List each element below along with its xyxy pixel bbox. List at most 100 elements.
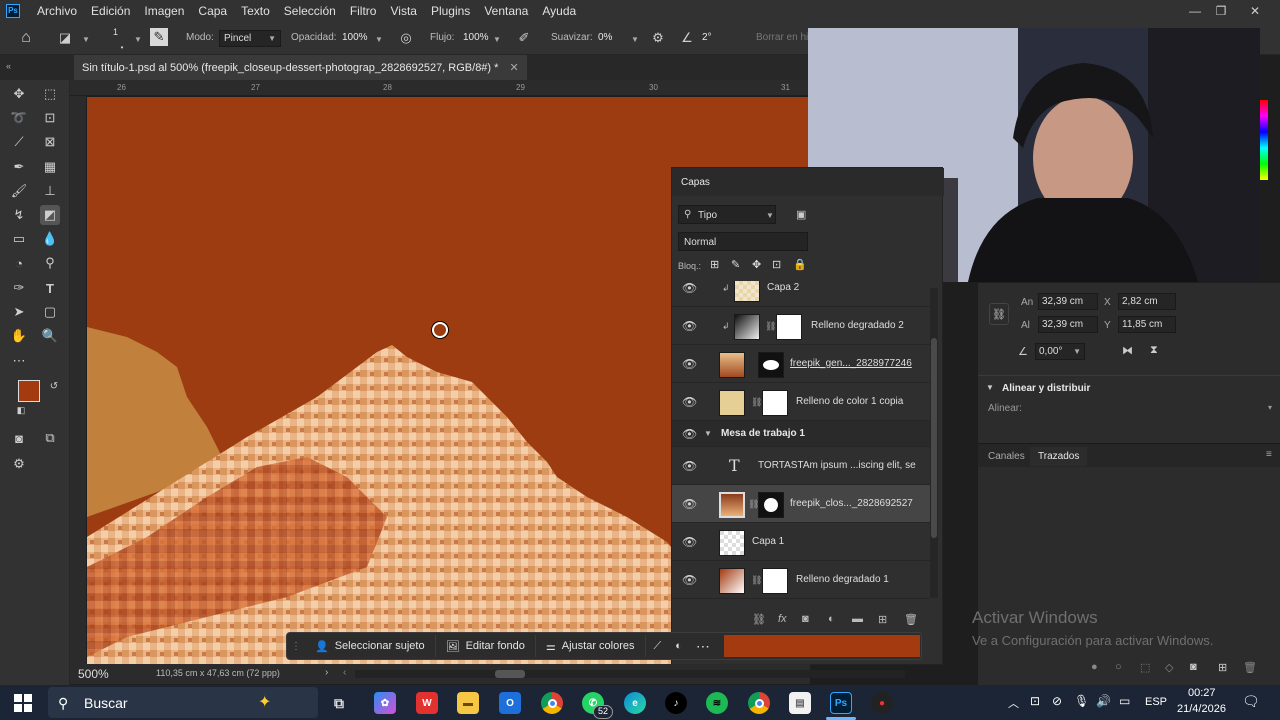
layer-row-selected[interactable]: 👁 ⛓ freepik_clos..._2828692527: [672, 485, 930, 523]
select-subject-button[interactable]: 👤 Seleccionar sujeto: [305, 635, 436, 657]
foreground-color-swatch[interactable]: [18, 380, 40, 402]
outlook-icon[interactable]: O: [499, 692, 521, 714]
taskbar-search[interactable]: ⚲ Buscar ✦: [48, 687, 318, 718]
menu-seleccion[interactable]: Selección: [277, 4, 343, 18]
menu-texto[interactable]: Texto: [234, 4, 277, 18]
menu-ventana[interactable]: Ventana: [477, 4, 535, 18]
spotify-icon[interactable]: ≋: [706, 692, 728, 714]
work-path-icon[interactable]: ◇: [1165, 661, 1173, 674]
collapse-arrows-icon[interactable]: «: [6, 61, 11, 71]
image-filter-icon[interactable]: ▣: [796, 208, 806, 221]
height-input[interactable]: 32,39 cm: [1038, 316, 1098, 333]
chrome-icon[interactable]: [541, 692, 563, 714]
chain-link-icon[interactable]: ⛓: [751, 397, 762, 408]
photoshop-taskbar-icon[interactable]: Ps: [830, 692, 852, 714]
chrome-profile-icon[interactable]: [748, 692, 770, 714]
smooth-value[interactable]: 0%: [598, 32, 612, 43]
layers-scrollbar[interactable]: [930, 288, 938, 598]
mode-select[interactable]: Pincel ▼: [219, 30, 281, 47]
delete-layer-icon[interactable]: 🗑: [904, 613, 918, 626]
stamp-tool-icon[interactable]: ⊥: [40, 181, 60, 201]
network-off-icon[interactable]: ⊘: [1052, 694, 1062, 708]
x-input[interactable]: 2,82 cm: [1118, 293, 1176, 310]
frame-tool-icon[interactable]: ▦: [40, 157, 60, 177]
menu-archivo[interactable]: Archivo: [30, 4, 84, 18]
horizontal-scrollbar[interactable]: [355, 670, 905, 678]
menu-vista[interactable]: Vista: [383, 4, 423, 18]
layer-mask-thumbnail[interactable]: [762, 568, 788, 594]
flip-vertical-icon[interactable]: ⧗: [1150, 344, 1158, 357]
chain-link-icon[interactable]: ⛓: [751, 575, 762, 586]
edge-icon[interactable]: e: [624, 692, 646, 714]
microphone-icon[interactable]: 🎙: [1074, 694, 1089, 708]
visibility-eye-icon[interactable]: 👁: [682, 497, 697, 511]
battery-icon[interactable]: ▭: [1119, 694, 1130, 708]
history-brush-icon[interactable]: ↯: [9, 205, 29, 225]
visibility-eye-icon[interactable]: 👁: [682, 459, 697, 473]
menu-capa[interactable]: Capa: [191, 4, 234, 18]
panel-menu-icon[interactable]: ≡: [1266, 449, 1272, 460]
zoom-level[interactable]: 500%: [78, 667, 109, 681]
menu-imagen[interactable]: Imagen: [137, 4, 191, 18]
lasso-tool-icon[interactable]: ➰: [9, 108, 29, 128]
lock-artboard-icon[interactable]: ⊡: [772, 258, 781, 271]
quick-selection-icon[interactable]: ⟋: [9, 132, 29, 152]
layer-row[interactable]: 👁 ⛓ Relleno degradado 1: [672, 561, 930, 599]
layer-row[interactable]: 👁 ↲ Capa 2: [672, 281, 930, 307]
link-dimensions-icon[interactable]: ⛓: [989, 303, 1009, 325]
opacity-value[interactable]: 100%: [342, 32, 368, 43]
drag-handle-icon[interactable]: ⋮: [287, 641, 305, 652]
pen-tool-icon[interactable]: ✑: [9, 278, 29, 298]
obs-icon[interactable]: ●: [871, 692, 893, 714]
clock-date[interactable]: 21/4/2026: [1177, 703, 1226, 715]
screen-mode-icon[interactable]: ⧉: [40, 428, 60, 448]
add-mask-icon[interactable]: ◙: [1190, 661, 1197, 673]
move-tool-icon[interactable]: ✥: [9, 84, 29, 104]
y-input[interactable]: 11,85 cm: [1118, 316, 1176, 333]
layer-mask-thumbnail[interactable]: [776, 314, 802, 340]
layer-mask-thumbnail[interactable]: [758, 492, 784, 518]
lock-transparent-icon[interactable]: ⊞: [710, 258, 719, 271]
layers-panel-title[interactable]: Capas: [681, 177, 710, 188]
rotation-input[interactable]: 0,00° ▼: [1035, 343, 1085, 360]
type-tool-icon[interactable]: T: [40, 278, 60, 298]
eraser-tool-icon-active[interactable]: ◩: [40, 205, 60, 225]
align-section-title[interactable]: Alinear y distribuir: [1002, 383, 1090, 394]
gradient-tool-icon[interactable]: ▭: [9, 229, 29, 249]
file-explorer-icon[interactable]: ▬: [457, 692, 479, 714]
default-colors-icon[interactable]: ◧: [11, 400, 31, 420]
windows-start-icon[interactable]: [14, 694, 32, 712]
restore-icon[interactable]: ❐: [1206, 0, 1236, 21]
scroll-left-icon[interactable]: ‹: [343, 667, 346, 678]
blur-tool-icon[interactable]: 💧: [40, 229, 60, 249]
menu-ayuda[interactable]: Ayuda: [535, 4, 583, 18]
artboard-group-row[interactable]: 👁 ▼ Mesa de trabajo 1: [672, 421, 930, 447]
layer-row[interactable]: 👁 T TORTASTAm ipsum ...iscing elit, se: [672, 447, 930, 485]
chain-link-icon[interactable]: ⛓: [765, 321, 776, 332]
layer-mask-thumbnail[interactable]: [762, 390, 788, 416]
chevron-down-icon[interactable]: ▾: [1268, 403, 1272, 412]
link-layers-icon[interactable]: ⛓: [752, 613, 766, 626]
layer-row[interactable]: 👁 freepik_gen..._2828977246: [672, 345, 930, 383]
flow-value[interactable]: 100%: [463, 32, 489, 43]
layer-style-icon[interactable]: fx: [778, 613, 787, 625]
blend-mode-select[interactable]: Normal: [678, 232, 808, 251]
copilot-icon[interactable]: ✿: [374, 692, 396, 714]
visibility-eye-icon[interactable]: 👁: [682, 573, 697, 587]
layer-filter-select[interactable]: ⚲ Tipo ▼: [678, 205, 776, 224]
close-icon[interactable]: ✕: [1240, 0, 1270, 21]
layer-row[interactable]: 👁 Capa 1: [672, 523, 930, 561]
menu-edicion[interactable]: Edición: [84, 4, 137, 18]
notifications-icon[interactable]: 🗨: [1242, 693, 1260, 710]
notepad-icon[interactable]: ▤: [789, 692, 811, 714]
new-path-icon[interactable]: ⊞: [1218, 661, 1227, 674]
tray-chevron-icon[interactable]: ︿: [1008, 695, 1019, 711]
lock-paint-icon[interactable]: ✎: [731, 258, 740, 271]
edit-toolbar-icon[interactable]: ⚙: [9, 454, 29, 474]
gear-icon[interactable]: ⚙: [648, 28, 668, 48]
visibility-eye-icon[interactable]: 👁: [682, 281, 697, 295]
new-layer-icon[interactable]: ⊞: [878, 613, 887, 626]
zoom-search-icon[interactable]: ⚲: [40, 253, 60, 273]
add-mask-icon[interactable]: ◙: [802, 613, 809, 625]
new-group-icon[interactable]: ▬: [852, 613, 863, 625]
